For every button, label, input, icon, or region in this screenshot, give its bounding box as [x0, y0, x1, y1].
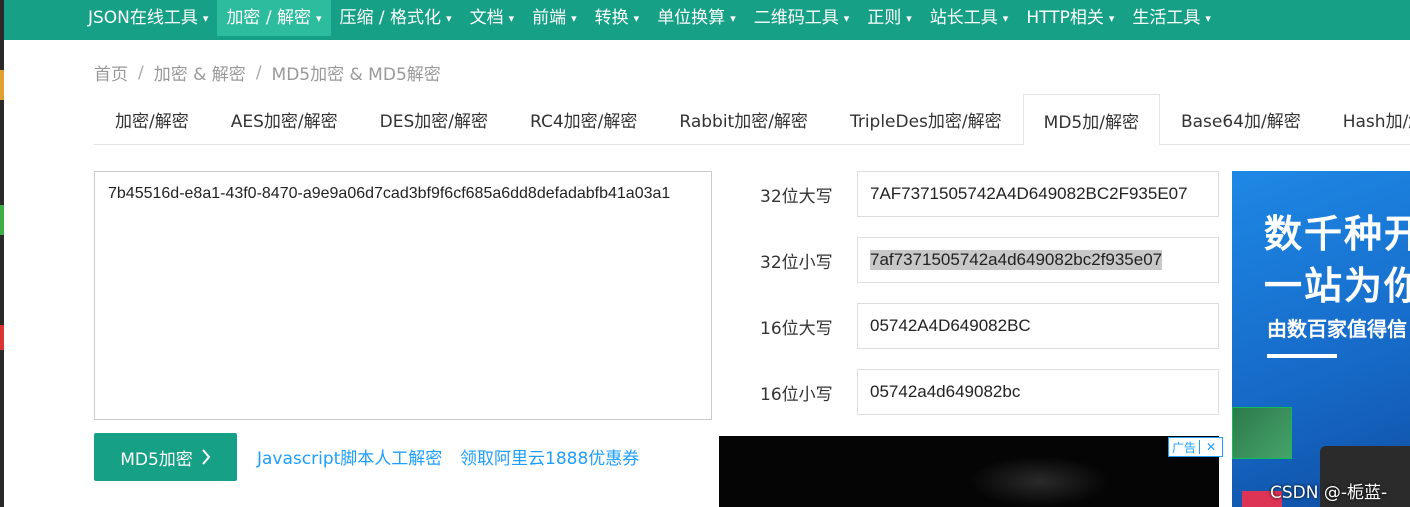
tab-base64[interactable]: Base64加/解密 [1160, 94, 1322, 143]
tab-md5[interactable]: MD5加/解密 [1022, 94, 1160, 145]
caret-down-icon: ▾ [571, 11, 577, 25]
aliyun-coupon-link[interactable]: 领取阿里云1888优惠券 [460, 444, 639, 469]
nav-item-label: 文档 [469, 7, 504, 28]
tab-aes[interactable]: AES加密/解密 [210, 94, 359, 143]
result-label: 16位大写 [760, 318, 833, 339]
ad-headline: 数千种开 [1264, 212, 1410, 256]
nav-item-json[interactable]: JSON在线工具 ▾ [4, 0, 217, 36]
nav-item-compress[interactable]: 压缩 / 格式化 ▾ [331, 0, 461, 36]
tool-tabs: 加密/解密 AES加密/解密 DES加密/解密 RC4加密/解密 Rabbit加… [94, 94, 1410, 145]
nav-item-qrcode[interactable]: 二维码工具 ▾ [745, 0, 859, 36]
nav-item-label: 前端 [532, 7, 567, 28]
caret-down-icon: ▾ [446, 11, 452, 25]
upper16-output-field[interactable]: 05742A4D649082BC [857, 303, 1219, 349]
lower32-output-field[interactable]: 7af7371505742a4d649082bc2f935e07 [857, 237, 1219, 283]
nav-item-docs[interactable]: 文档 ▾ [461, 0, 524, 36]
chevron-right-icon [202, 449, 211, 465]
caret-down-icon: ▾ [1205, 11, 1211, 25]
nav-item-label: HTTP相关 [1026, 7, 1104, 28]
tab-encrypt-decrypt[interactable]: 加密/解密 [94, 94, 210, 143]
nav-item-convert[interactable]: 转换 ▾ [586, 0, 649, 36]
nav-item-label: 单位换算 [657, 7, 726, 28]
caret-down-icon: ▾ [843, 11, 850, 25]
nav-item-frontend[interactable]: 前端 ▾ [523, 0, 586, 36]
upper32-output-field[interactable]: 7AF7371505742A4D649082BC2F935E07 [857, 171, 1219, 217]
caret-down-icon: ▾ [508, 11, 515, 25]
nav-item-label: 二维码工具 [753, 7, 839, 28]
md5-encrypt-label: MD5加密 [120, 449, 193, 470]
tab-rabbit[interactable]: Rabbit加密/解密 [658, 94, 829, 143]
js-manual-decrypt-link[interactable]: Javascript脚本人工解密 [257, 444, 442, 469]
breadcrumb-separator: / [138, 62, 144, 83]
result-row-upper32: 32位大写 7AF7371505742A4D649082BC2F935E07 [760, 171, 1220, 217]
csdn-watermark: CSDN @-栀蓝- [1270, 446, 1410, 507]
breadcrumb: 首页 / 加密 & 解密 / MD5加密 & MD5解密 [94, 60, 441, 86]
tab-tripledes[interactable]: TripleDes加密/解密 [829, 94, 1023, 143]
nav-item-label: 压缩 / 格式化 [339, 7, 442, 28]
caret-down-icon: ▾ [906, 11, 912, 25]
caret-down-icon: ▾ [1002, 11, 1009, 25]
nav-item-label: 正则 [867, 7, 902, 28]
nav-item-regex[interactable]: 正则 ▾ [858, 0, 921, 36]
circuit-board-image [1232, 407, 1292, 459]
ad-divider [1267, 354, 1337, 358]
md5-input-textarea[interactable]: 7b45516d-e8a1-43f0-8470-a9e9a06d7cad3bf9… [94, 171, 712, 420]
nav-item-label: 站长工具 [929, 7, 998, 28]
result-row-lower32: 32位小写 7af7371505742a4d649082bc2f935e07 [760, 237, 1220, 283]
tab-hash[interactable]: Hash加/解密 [1322, 94, 1410, 143]
ad-label: 广告 [1172, 440, 1197, 455]
nav-item-crypto[interactable]: 加密 / 解密 ▾ [217, 0, 331, 36]
caret-down-icon: ▾ [202, 11, 209, 25]
caret-down-icon: ▾ [730, 11, 736, 25]
nav-item-http[interactable]: HTTP相关 ▾ [1017, 0, 1123, 36]
breadcrumb-category[interactable]: 加密 & 解密 [154, 60, 246, 85]
close-icon[interactable]: ✕ [1199, 440, 1222, 454]
lower16-output-field[interactable]: 05742a4d649082bc [857, 369, 1219, 415]
result-label: 16位小写 [760, 384, 833, 405]
breadcrumb-home[interactable]: 首页 [94, 60, 128, 85]
nav-item-label: 加密 / 解密 [226, 7, 311, 28]
result-value: 05742A4D649082BC [870, 316, 1031, 335]
tab-rc4[interactable]: RC4加密/解密 [509, 94, 658, 143]
caret-down-icon: ▾ [315, 11, 322, 25]
result-label: 32位大写 [760, 186, 833, 207]
result-value: 7AF7371505742A4D649082BC2F935E07 [870, 184, 1188, 203]
breadcrumb-separator: / [255, 62, 262, 83]
nav-item-label: 生活工具 [1132, 7, 1201, 28]
nav-item-units[interactable]: 单位换算 ▾ [648, 0, 745, 36]
nav-item-life[interactable]: 生活工具 ▾ [1123, 0, 1220, 36]
side-window-edge [0, 0, 4, 507]
ad-tag: 广告 ✕ [1168, 437, 1224, 457]
result-value: 05742a4d649082bc [870, 382, 1021, 401]
watermark-text: CSDN @-栀蓝- [1270, 483, 1388, 503]
result-label: 32位小写 [760, 252, 833, 273]
nav-item-webmaster[interactable]: 站长工具 ▾ [921, 0, 1018, 36]
caret-down-icon: ▾ [633, 11, 640, 25]
nav-item-label: JSON在线工具 [88, 7, 198, 28]
nav-item-label: 转换 [594, 7, 629, 28]
video-ad-banner[interactable] [719, 436, 1219, 507]
top-nav: JSON在线工具 ▾ 加密 / 解密 ▾ 压缩 / 格式化 ▾ 文档 ▾ 前端 ▾ 转换 ▾… [4, 0, 1410, 40]
result-row-lower16: 16位小写 05742a4d649082bc [760, 369, 1220, 415]
breadcrumb-current: MD5加密 & MD5解密 [271, 65, 441, 85]
ad-video-frame [969, 456, 1109, 507]
tab-des[interactable]: DES加密/解密 [359, 94, 509, 143]
ad-subline: 由数百家值得信 [1267, 317, 1407, 341]
caret-down-icon: ▾ [1108, 11, 1115, 25]
result-row-upper16: 16位大写 05742A4D649082BC [760, 303, 1220, 349]
ad-headline: 一站为你 [1264, 264, 1410, 308]
md5-encrypt-button[interactable]: MD5加密 [94, 433, 237, 481]
selected-result-value: 7af7371505742a4d649082bc2f935e07 [870, 250, 1163, 270]
